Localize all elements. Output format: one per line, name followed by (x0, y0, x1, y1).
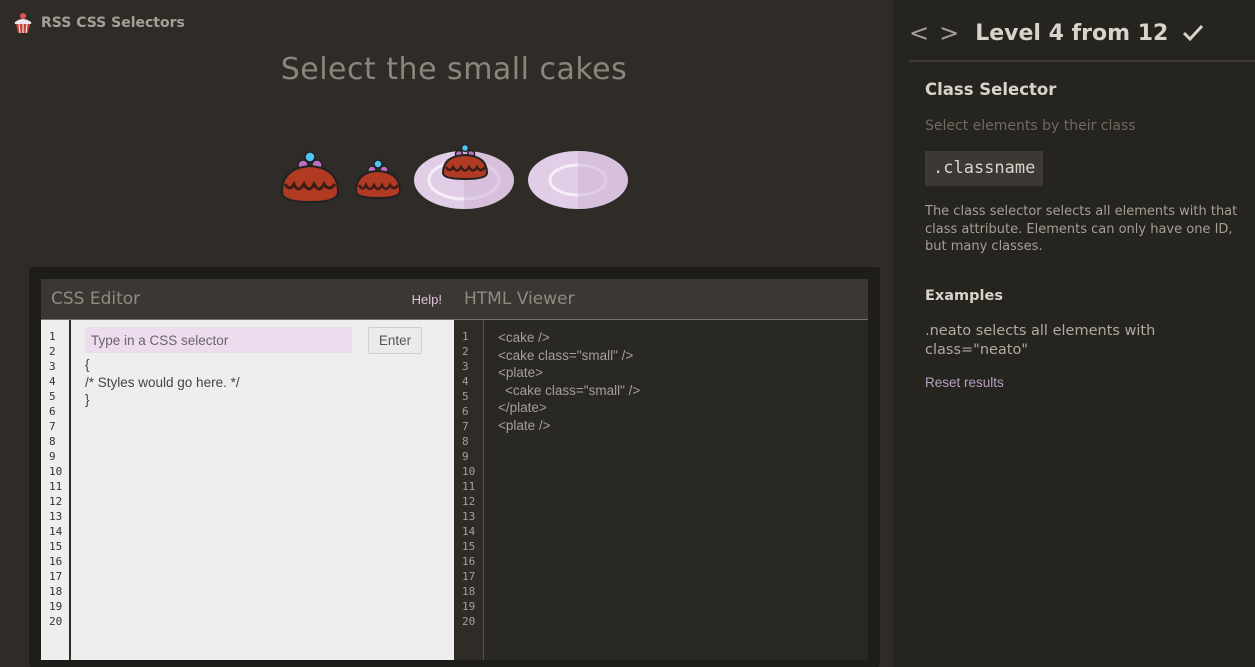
line-number: 16 (462, 555, 476, 568)
html-code-line[interactable]: <cake class="small" /> (498, 382, 640, 400)
line-number: 10 (462, 465, 476, 478)
line-number: 9 (462, 450, 469, 463)
line-number: 6 (49, 405, 56, 418)
checkmark-icon (1183, 24, 1204, 42)
line-number: 5 (462, 390, 469, 403)
line-number: 13 (49, 510, 63, 523)
level-indicator: Level 4 from 12 (975, 20, 1169, 46)
line-number: 4 (462, 375, 469, 388)
selector-name: Class Selector (925, 80, 1057, 99)
line-number: 1 (462, 330, 469, 343)
css-editor-pane: CSS Editor Help! 1 2 3 4 5 6 7 8 9 10 11 12 13 14 15 16… (41, 279, 454, 660)
line-number: 12 (49, 495, 63, 508)
line-number: 8 (462, 435, 469, 448)
line-number: 17 (49, 570, 63, 583)
line-number: 1 (49, 330, 56, 343)
selector-syntax: .classname (925, 151, 1044, 186)
level-instruction: Select the small cakes (280, 52, 628, 87)
cake-item[interactable] (278, 150, 342, 205)
line-number: 11 (49, 480, 63, 493)
html-code-line[interactable]: <cake class="small" /> (498, 347, 640, 365)
css-code-line: { (85, 357, 90, 372)
line-number: 3 (49, 360, 56, 373)
cupcake-logo-icon (14, 13, 32, 34)
line-number: 16 (49, 555, 63, 568)
line-number: 18 (462, 585, 476, 598)
html-code-area: <cake /> <cake class="small" /> <plate> <ca… (484, 320, 640, 660)
game-area: RSS CSS Selectors Select the small cakes (0, 0, 893, 667)
line-number: 19 (49, 600, 63, 613)
level-sidebar: < > Level 4 from 12 Class Selector Selec… (893, 0, 1255, 667)
line-number: 18 (49, 585, 63, 598)
line-number: 11 (462, 480, 476, 493)
html-viewer-pane: HTML Viewer 1 2 3 4 5 6 7 8 9 10 11 12 13 14 15 16 17 18 1… (454, 279, 868, 660)
css-selector-input[interactable] (85, 327, 352, 353)
line-number: 4 (49, 375, 56, 388)
line-number: 2 (49, 345, 56, 358)
reset-results-link[interactable]: Reset results (925, 375, 1004, 390)
line-number: 14 (462, 525, 476, 538)
line-number: 2 (462, 345, 469, 358)
line-number: 8 (49, 435, 56, 448)
html-code-line[interactable]: <plate> (498, 364, 640, 382)
line-number: 19 (462, 600, 476, 613)
css-editor-title: CSS Editor (51, 289, 141, 309)
css-editor-body: 1234567891011121314151617181920 Enter { … (41, 320, 454, 660)
line-number: 15 (462, 540, 476, 553)
game-table (0, 130, 908, 230)
line-number: 7 (462, 420, 469, 433)
editor-panel: CSS Editor Help! 1 2 3 4 5 6 7 8 9 10 11 12 13 14 15 16… (29, 267, 880, 667)
html-line-numbers: 1 2 3 4 5 6 7 8 9 10 11 12 13 14 15 16 17 18 19 20 (454, 320, 484, 660)
line-number: 9 (49, 450, 56, 463)
prev-level-button[interactable]: < (909, 21, 929, 45)
line-number: 12 (462, 495, 476, 508)
css-code-area: Enter { /* Styles would go here. */ } (71, 320, 454, 660)
html-viewer-body: 1 2 3 4 5 6 7 8 9 10 11 12 13 14 15 16 17 18 19 20 <cake />… (454, 320, 868, 660)
line-number: 10 (49, 465, 63, 478)
examples-title: Examples (925, 288, 1003, 304)
line-number: 15 (49, 540, 63, 553)
line-number: 6 (462, 405, 469, 418)
css-code-lines: { /* Styles would go here. */ } (85, 356, 440, 409)
css-code-line: /* Styles would go here. */ (85, 374, 240, 390)
html-viewer-title: HTML Viewer (464, 289, 575, 309)
next-level-button[interactable]: > (939, 21, 959, 45)
selector-hint: The class selector selects all elements … (925, 204, 1238, 254)
line-number: 20 (49, 615, 63, 628)
level-header: < > Level 4 from 12 (909, 16, 1255, 62)
plate-item[interactable] (526, 150, 630, 210)
line-number: 17 (462, 570, 476, 583)
css-line-numbers: 1 2 3 4 5 6 7 8 9 10 11 12 13 14 15 16 17 18 19 20 (41, 320, 71, 660)
line-number: 5 (49, 390, 56, 403)
line-number: 13 (462, 510, 476, 523)
css-code-line: } (85, 392, 90, 407)
html-code-line[interactable]: <cake /> (498, 329, 640, 347)
html-code-line[interactable]: </plate> (498, 399, 640, 417)
help-link[interactable]: Help! (412, 292, 442, 307)
example-text: .neato selects all elements with class="… (925, 323, 1156, 358)
line-number: 20 (462, 615, 476, 628)
brand[interactable]: RSS CSS Selectors (13, 12, 185, 34)
app-title: RSS CSS Selectors (41, 15, 185, 31)
line-number: 7 (49, 420, 56, 433)
html-viewer-header: HTML Viewer (454, 279, 868, 320)
small-cake-item[interactable] (353, 158, 403, 201)
enter-button[interactable]: Enter (368, 327, 422, 354)
html-code-line[interactable]: <plate /> (498, 417, 640, 435)
line-number: 14 (49, 525, 63, 538)
line-number: 3 (462, 360, 469, 373)
css-editor-header: CSS Editor Help! (41, 279, 454, 320)
selector-title: Select elements by their class (925, 118, 1136, 134)
plate-with-small-cake-item[interactable] (412, 142, 516, 212)
